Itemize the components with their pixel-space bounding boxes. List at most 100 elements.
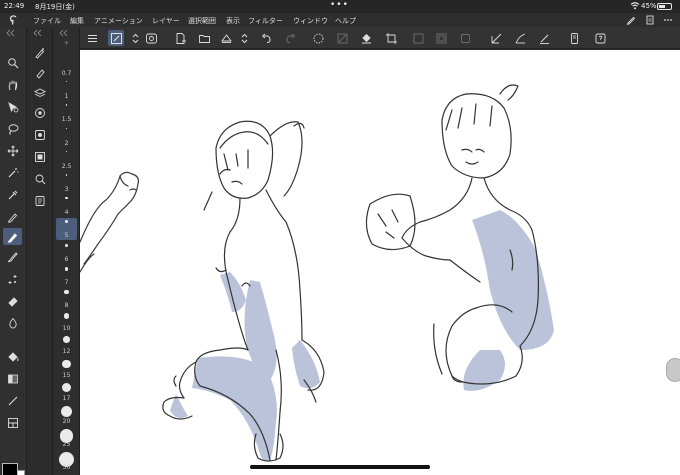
clip-studio-logo[interactable] bbox=[8, 14, 20, 26]
hamburger-menu-icon[interactable] bbox=[84, 30, 100, 46]
drawing-canvas[interactable] bbox=[80, 50, 680, 475]
frame-icon[interactable] bbox=[3, 414, 22, 431]
main-color-swatch[interactable] bbox=[2, 463, 18, 475]
brush-size-4[interactable]: 4 bbox=[56, 195, 77, 217]
brush-size-label: 1 bbox=[64, 93, 69, 101]
brush-size-label: 10 bbox=[62, 325, 71, 333]
menu-window[interactable]: ウィンドウ bbox=[293, 16, 328, 26]
brush-size-8[interactable]: 8 bbox=[56, 288, 77, 310]
clear-icon[interactable] bbox=[334, 30, 350, 46]
brush-size-dot bbox=[65, 104, 68, 106]
menu-layer[interactable]: レイヤー bbox=[152, 16, 180, 26]
brush-size-5[interactable]: 5 bbox=[56, 218, 77, 241]
layer-icon[interactable] bbox=[30, 84, 49, 101]
new-canvas-icon[interactable] bbox=[172, 30, 188, 46]
save-icon[interactable] bbox=[218, 30, 234, 46]
brush-size-15[interactable]: 15 bbox=[56, 358, 77, 380]
brush-size-30[interactable]: 30 bbox=[56, 450, 77, 472]
brush-size-2-5[interactable]: 2.5 bbox=[56, 149, 77, 171]
brush-size-label: 0.7 bbox=[61, 70, 72, 77]
zoom-icon[interactable] bbox=[3, 54, 22, 71]
decoration-icon[interactable] bbox=[3, 270, 22, 287]
menu-view[interactable]: 表示 bbox=[226, 16, 240, 26]
brush-size-label: 8 bbox=[64, 302, 69, 309]
pen-tool-icon[interactable] bbox=[3, 208, 22, 225]
menu-dots-icon[interactable] bbox=[663, 15, 673, 25]
correction-icon[interactable] bbox=[512, 30, 528, 46]
deselect-icon[interactable] bbox=[310, 30, 326, 46]
document-icon[interactable] bbox=[645, 15, 655, 25]
undo-icon[interactable] bbox=[258, 30, 274, 46]
ruler-icon[interactable] bbox=[488, 30, 504, 46]
battery-percent: 45% bbox=[641, 2, 657, 10]
collapse-chevron-icon[interactable] bbox=[33, 29, 47, 37]
device-icon[interactable] bbox=[566, 30, 582, 46]
brush-size-1[interactable]: 1 bbox=[56, 79, 77, 101]
menu-filter[interactable]: フィルター bbox=[248, 16, 283, 26]
blend-icon[interactable] bbox=[3, 314, 22, 331]
pen-pressure-icon[interactable] bbox=[108, 30, 124, 46]
brush-size-10[interactable]: 10 bbox=[56, 311, 77, 333]
color-wheel-icon[interactable] bbox=[30, 148, 49, 165]
stabilize-icon[interactable] bbox=[536, 30, 552, 46]
brush-size-0-7[interactable]: 0.7 bbox=[56, 56, 77, 78]
eyedropper-icon[interactable] bbox=[3, 186, 22, 203]
pencil-icon[interactable] bbox=[3, 228, 22, 245]
object-select-icon[interactable] bbox=[3, 98, 22, 115]
sub-tool-brush-icon[interactable] bbox=[30, 64, 49, 81]
scale-icon[interactable] bbox=[433, 30, 449, 46]
brush-size-1-5[interactable]: 1.5 bbox=[56, 102, 77, 124]
companion-mode-icon[interactable] bbox=[143, 30, 159, 46]
rotate-icon[interactable] bbox=[457, 30, 473, 46]
brush-size-2[interactable]: 2 bbox=[56, 126, 77, 148]
brush-size-dot bbox=[64, 243, 69, 247]
brush-size-dot bbox=[61, 382, 72, 393]
brush-size-label: 5 bbox=[64, 232, 69, 240]
collapse-chevron-icon[interactable] bbox=[59, 29, 73, 37]
fill-tool-icon[interactable] bbox=[3, 348, 22, 365]
brush-size-label: 25 bbox=[62, 441, 71, 449]
brush-icon[interactable] bbox=[3, 248, 22, 265]
pen-icon[interactable] bbox=[626, 15, 636, 25]
open-folder-icon[interactable] bbox=[196, 30, 212, 46]
brush-size-17[interactable]: 17 bbox=[56, 381, 77, 403]
eraser-icon[interactable] bbox=[3, 292, 22, 309]
menu-selection[interactable]: 選択範囲 bbox=[188, 16, 216, 26]
chevron-updown-icon[interactable] bbox=[236, 30, 252, 46]
transform-icon[interactable] bbox=[410, 30, 426, 46]
menu-help[interactable]: ヘルプ bbox=[335, 16, 356, 26]
sub-tool-pencil-icon[interactable] bbox=[30, 44, 49, 61]
canvas-scroll-handle[interactable] bbox=[666, 358, 680, 382]
magic-wand-icon[interactable] bbox=[3, 164, 22, 181]
brush-size-icon[interactable] bbox=[30, 126, 49, 143]
property-icon[interactable] bbox=[30, 104, 49, 121]
brush-size-add-button[interactable]: + bbox=[64, 40, 69, 47]
material-icon[interactable] bbox=[30, 192, 49, 209]
chevron-updown-icon[interactable] bbox=[127, 30, 143, 46]
figure-icon[interactable] bbox=[3, 392, 22, 409]
menu-animation[interactable]: アニメーション bbox=[94, 16, 143, 26]
menu-edit[interactable]: 編集 bbox=[70, 16, 84, 26]
fill-icon[interactable] bbox=[358, 30, 374, 46]
menu-file[interactable]: ファイル bbox=[33, 16, 61, 26]
move-icon[interactable] bbox=[3, 142, 22, 159]
lasso-icon[interactable] bbox=[3, 120, 22, 137]
brush-size-3[interactable]: 3 bbox=[56, 172, 77, 194]
brush-size-label: 7 bbox=[64, 278, 69, 286]
hand-icon[interactable] bbox=[3, 76, 22, 93]
collapse-chevron-icon[interactable] bbox=[6, 29, 20, 37]
brush-size-7[interactable]: 7 bbox=[56, 265, 77, 287]
brush-size-12[interactable]: 12 bbox=[56, 334, 77, 356]
brush-size-label: 20 bbox=[62, 418, 71, 425]
multitask-dots[interactable]: ••• bbox=[330, 0, 349, 10]
crop-icon[interactable] bbox=[383, 30, 399, 46]
help-icon[interactable] bbox=[592, 30, 608, 46]
redo-icon[interactable] bbox=[282, 30, 298, 46]
brush-size-6[interactable]: 6 bbox=[56, 242, 77, 264]
navigator-icon[interactable] bbox=[30, 170, 49, 187]
brush-size-20[interactable]: 20 bbox=[56, 404, 77, 426]
gradient-icon[interactable] bbox=[3, 370, 22, 387]
sub-tool-palette bbox=[27, 27, 53, 475]
home-indicator[interactable] bbox=[250, 465, 430, 469]
brush-size-25[interactable]: 25 bbox=[56, 427, 77, 449]
